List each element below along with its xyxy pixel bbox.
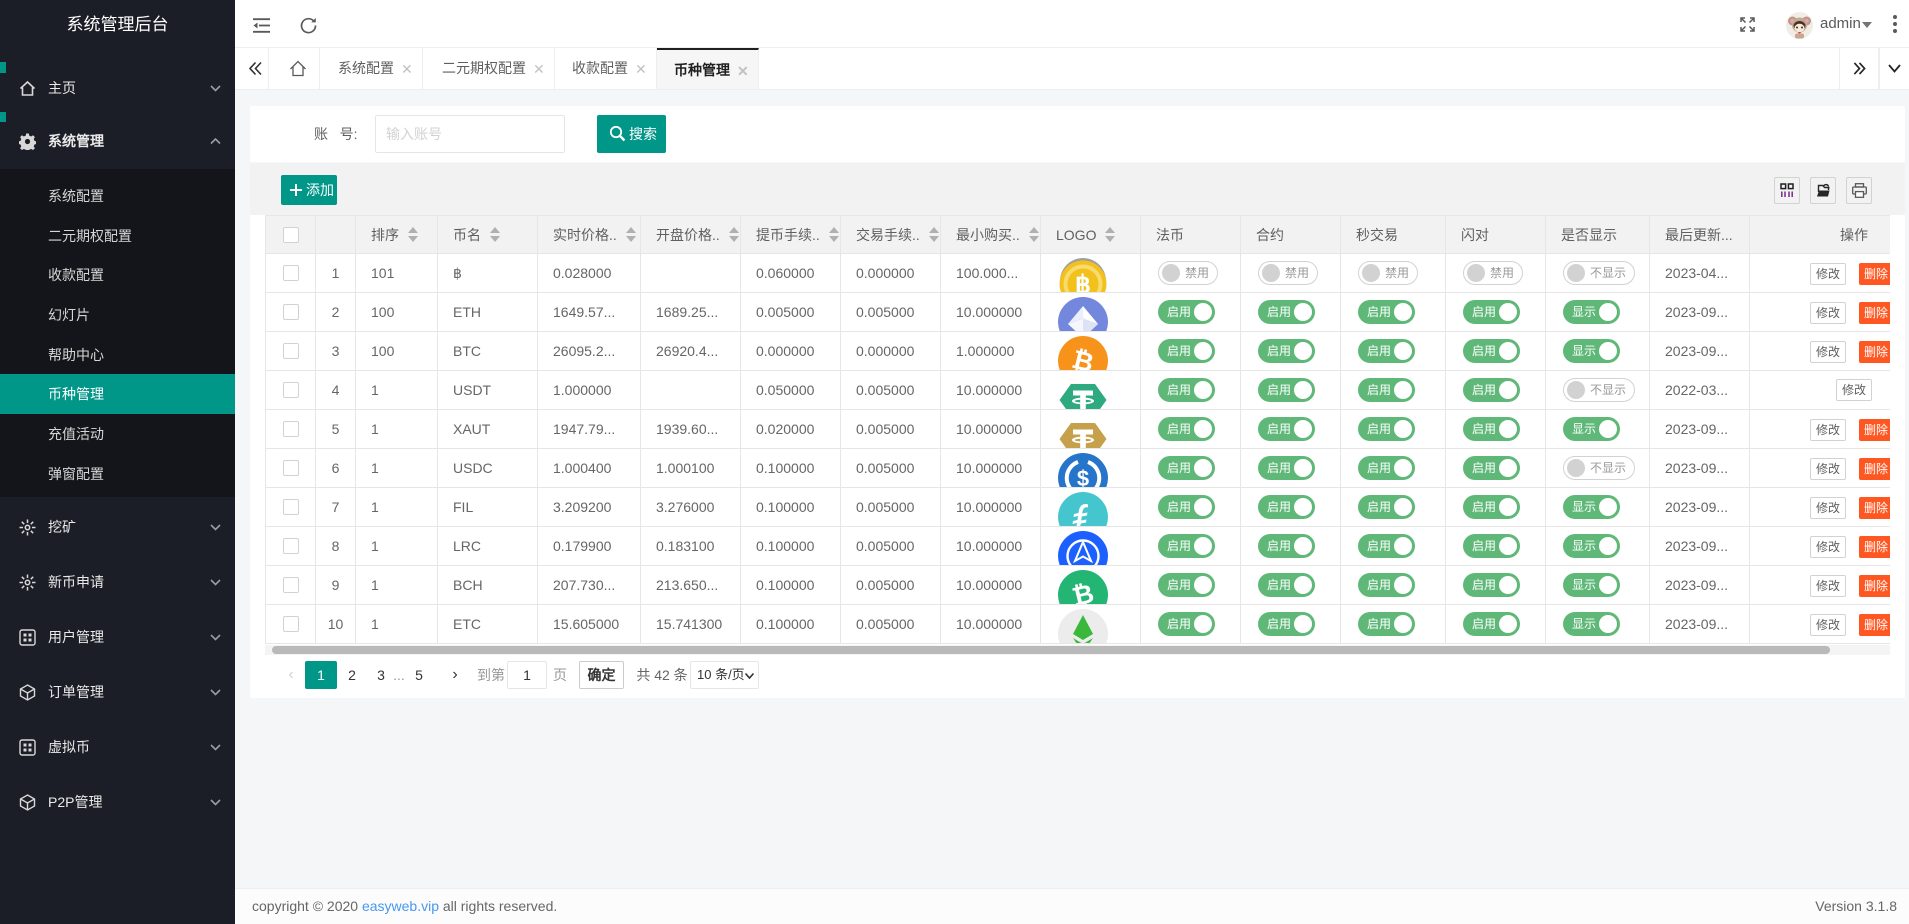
- svg-text:฿: ฿: [1075, 271, 1091, 292]
- svg-text:$: $: [1077, 466, 1089, 487]
